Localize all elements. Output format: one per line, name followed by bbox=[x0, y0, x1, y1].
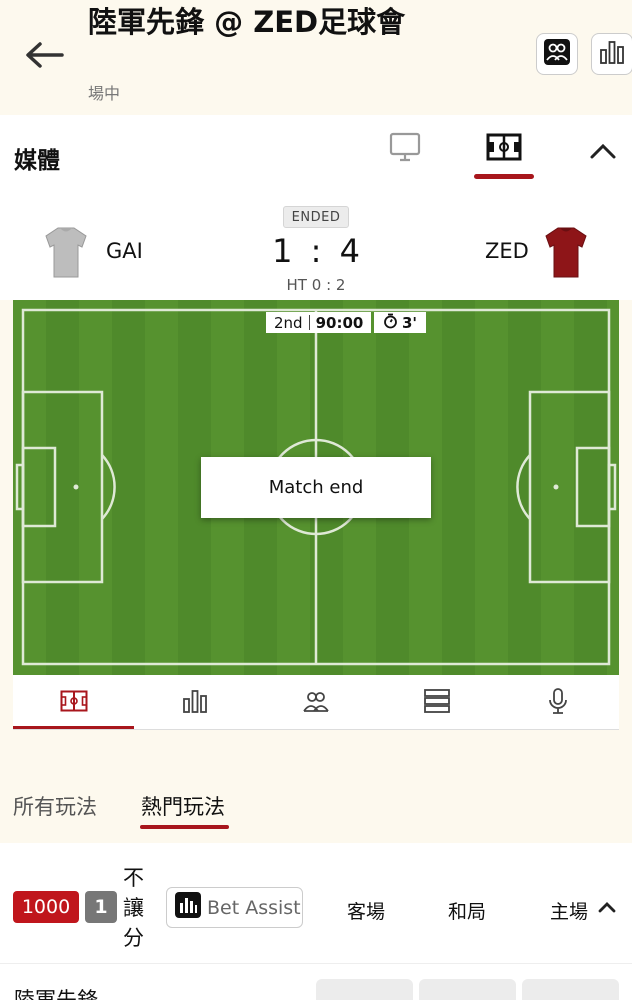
bet-assist-button[interactable]: Bet Assist bbox=[166, 887, 303, 928]
bet-assist-icon bbox=[175, 892, 201, 923]
filter-all[interactable]: 所有玩法 bbox=[13, 791, 97, 821]
pitch-icon bbox=[486, 133, 522, 165]
microphone-icon bbox=[547, 687, 569, 719]
media-title: 媒體 bbox=[14, 148, 60, 174]
filter-popular[interactable]: 熱門玩法 bbox=[141, 791, 225, 821]
match-tabs bbox=[13, 675, 619, 730]
away-team-name: ZED bbox=[485, 239, 529, 263]
score: 1 : 4 bbox=[266, 232, 366, 270]
tv-tab[interactable] bbox=[375, 127, 435, 171]
page-title: 陸軍先鋒 @ ZED足球會 bbox=[88, 5, 406, 39]
score-separator: : bbox=[310, 232, 322, 270]
away-shirt-icon bbox=[544, 225, 588, 283]
period-label: 2nd bbox=[274, 313, 303, 332]
odds-draw-button[interactable] bbox=[419, 979, 516, 1000]
tab-pitch[interactable] bbox=[13, 675, 134, 730]
match-status-text: 場中 bbox=[88, 84, 121, 103]
market-row: 陸軍先鋒 bbox=[0, 963, 632, 1000]
count-badge[interactable]: 1 bbox=[85, 891, 117, 923]
added-time: 3' bbox=[374, 312, 426, 333]
limit-badge[interactable]: 1000 bbox=[13, 891, 79, 923]
lineup-icon bbox=[302, 689, 330, 717]
tab-commentary[interactable] bbox=[497, 675, 618, 730]
ht-label: HT bbox=[286, 276, 307, 294]
column-home: 主場 bbox=[550, 901, 589, 923]
half-time-score: HT 0 : 2 bbox=[266, 276, 366, 294]
media-tab-underline bbox=[474, 174, 534, 179]
away-score: 4 bbox=[339, 232, 360, 270]
tab-lineup[interactable] bbox=[255, 675, 376, 730]
clock-divider bbox=[308, 315, 310, 330]
stats-icon bbox=[598, 38, 626, 70]
market-name: 不 讓 分 bbox=[123, 866, 144, 950]
pitch-icon bbox=[60, 690, 88, 716]
odds-home-button[interactable] bbox=[522, 979, 619, 1000]
header: 陸軍先鋒 @ ZED足球會 場中 bbox=[0, 0, 632, 115]
row-team-name: 陸軍先鋒 bbox=[14, 988, 98, 1000]
stopwatch-icon bbox=[383, 313, 398, 333]
bet-assist-label: Bet Assist bbox=[207, 896, 301, 919]
back-arrow-icon[interactable] bbox=[22, 38, 66, 72]
column-draw: 和局 bbox=[448, 901, 487, 923]
media-bar: 媒體 bbox=[0, 115, 632, 195]
chevron-up-icon[interactable] bbox=[588, 137, 618, 167]
status-badge: ENDED bbox=[283, 206, 349, 228]
lineup-button[interactable] bbox=[536, 33, 578, 75]
stats-button[interactable] bbox=[591, 33, 632, 75]
home-score: 1 bbox=[272, 232, 293, 270]
match-clock: 2nd 90:00 bbox=[266, 312, 372, 333]
tab-list[interactable] bbox=[376, 675, 497, 730]
tab-underline bbox=[13, 726, 134, 729]
clock-value: 90:00 bbox=[315, 313, 364, 332]
filter-underline bbox=[140, 825, 229, 829]
tv-icon bbox=[389, 132, 421, 166]
pitch-tab[interactable] bbox=[474, 127, 534, 171]
ht-score: 0 : 2 bbox=[311, 276, 346, 294]
market-header: 1000 1 不 讓 分 Bet Assist 客場 和局 主場 bbox=[0, 843, 632, 963]
column-away: 客場 bbox=[347, 901, 386, 923]
home-team-name: GAI bbox=[106, 239, 143, 263]
stats-icon bbox=[182, 689, 208, 717]
home-shirt-icon bbox=[44, 225, 88, 283]
chevron-up-icon[interactable] bbox=[598, 899, 616, 918]
match-end-overlay: Match end bbox=[201, 457, 431, 518]
scoreboard: ENDED GAI 1 : 4 HT 0 : 2 ZED bbox=[0, 195, 632, 300]
bet-type-filter: 所有玩法 熱門玩法 bbox=[0, 745, 632, 843]
odds-away-button[interactable] bbox=[316, 979, 413, 1000]
tab-stats[interactable] bbox=[134, 675, 255, 730]
list-icon bbox=[423, 688, 451, 718]
lineup-icon bbox=[543, 38, 571, 70]
added-time-value: 3' bbox=[401, 313, 418, 332]
